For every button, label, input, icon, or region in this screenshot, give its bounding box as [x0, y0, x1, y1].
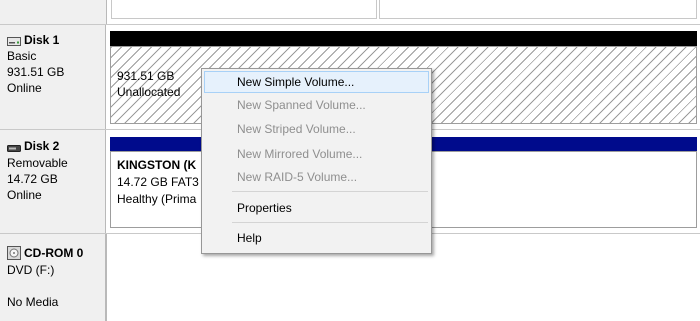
disk-size: 931.51 GB	[7, 65, 65, 79]
disk-2-info[interactable]: Disk 2 Removable 14.72 GB Online	[0, 130, 106, 233]
partition-details: 14.72 GB FAT3	[117, 175, 199, 189]
previous-partition-cell[interactable]	[111, 0, 377, 19]
disk-type: Removable	[7, 156, 68, 170]
disk-title: Disk 2	[24, 139, 60, 153]
cd-rom-0-info[interactable]: CD-ROM 0 DVD (F:) No Media	[0, 234, 106, 321]
menu-item-new-striped-volume[interactable]: New Striped Volume...	[204, 118, 429, 140]
partition-status: Unallocated	[117, 85, 181, 99]
disk-size: 14.72 GB	[7, 172, 58, 186]
disk-status: Online	[7, 81, 42, 95]
partition-name: KINGSTON (K	[117, 158, 197, 172]
removable-disk-icon	[7, 142, 21, 152]
disk-title: CD-ROM 0	[24, 246, 84, 260]
disk-type: DVD (F:)	[7, 263, 55, 277]
disk-status: No Media	[7, 295, 59, 309]
partition-size: 931.51 GB	[117, 69, 175, 83]
column-divider	[106, 234, 107, 321]
previous-disk-info-panel	[0, 0, 107, 24]
cd-rom-icon	[7, 246, 21, 260]
menu-separator	[232, 222, 428, 223]
hard-disk-icon	[7, 35, 21, 46]
menu-item-properties[interactable]: Properties	[204, 197, 429, 219]
disk-status: Online	[7, 188, 42, 202]
partition-status: Healthy (Prima	[117, 192, 197, 206]
menu-item-new-raid5-volume[interactable]: New RAID-5 Volume...	[204, 166, 429, 188]
menu-item-new-spanned-volume[interactable]: New Spanned Volume...	[204, 94, 429, 116]
menu-separator	[232, 191, 428, 192]
disk-type: Basic	[7, 49, 37, 63]
menu-item-new-simple-volume[interactable]: New Simple Volume...	[204, 71, 429, 93]
unallocated-header-bar	[110, 31, 697, 46]
disk-1-info[interactable]: Disk 1 Basic 931.51 GB Online	[0, 25, 106, 129]
previous-partition-cell[interactable]	[379, 0, 697, 19]
menu-item-help[interactable]: Help	[204, 227, 429, 249]
context-menu: New Simple Volume... New Spanned Volume.…	[201, 68, 432, 254]
disk-title: Disk 1	[24, 33, 60, 47]
menu-item-new-mirrored-volume[interactable]: New Mirrored Volume...	[204, 143, 429, 165]
